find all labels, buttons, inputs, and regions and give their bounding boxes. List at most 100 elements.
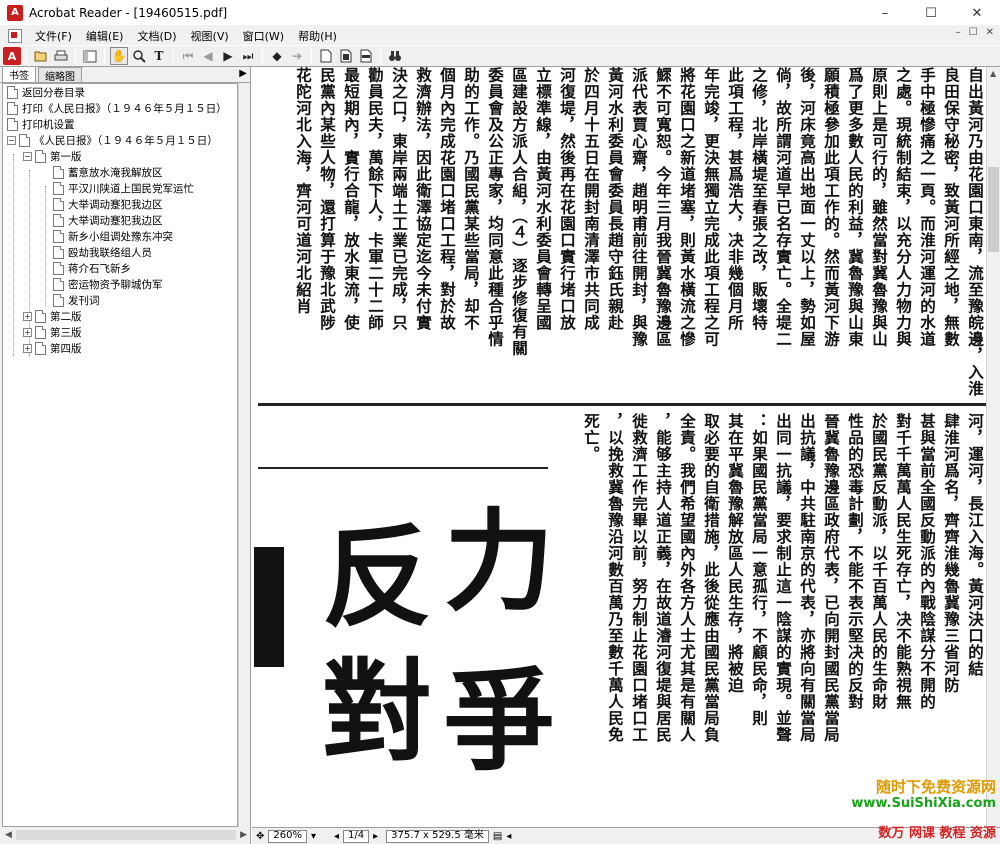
minimize-button[interactable]: – bbox=[862, 0, 908, 26]
tree-connector bbox=[45, 186, 46, 306]
menu-window[interactable]: 窗口(W) bbox=[236, 28, 291, 44]
bookmark-tree: 返回分卷目录 打印《人民日报》（１９４６年５月１５日） 打印机设置 − 《人民日报… bbox=[2, 83, 238, 827]
page-icon bbox=[19, 133, 30, 147]
page-layout-icon[interactable]: ▤ bbox=[493, 829, 502, 843]
fit-page-icon[interactable] bbox=[337, 47, 355, 65]
bookmark-item[interactable]: 殴劫我联络组人员 bbox=[53, 244, 152, 260]
newspaper-text-column: 願積極參加此項工作的。然而黃河下游 bbox=[822, 67, 841, 348]
actual-size-icon[interactable] bbox=[317, 47, 335, 65]
expand-toggle[interactable]: + bbox=[23, 343, 32, 353]
newspaper-text-column: 勸員民夫，萬餘下人，卡軍二十二師 bbox=[366, 67, 385, 331]
pane-menu-arrow-icon[interactable]: ▶ bbox=[239, 68, 247, 79]
scroll-left-arrow-icon[interactable]: ◀ bbox=[5, 830, 12, 840]
toolbar-separator bbox=[75, 48, 76, 64]
menu-help[interactable]: 帮助(H) bbox=[291, 28, 344, 44]
bookmark-item-edition-4[interactable]: + 第四版 bbox=[23, 340, 82, 356]
document-icon[interactable] bbox=[8, 28, 22, 43]
bookmark-label: 大举调动蹇犯我边区 bbox=[68, 198, 163, 211]
document-vertical-scrollbar[interactable]: ▲ bbox=[986, 67, 1000, 827]
zoom-dropdown-icon[interactable]: ▾ bbox=[311, 829, 316, 843]
show-hide-navigation-icon[interactable] bbox=[81, 47, 99, 65]
scroll-thumb[interactable] bbox=[988, 167, 999, 252]
scroll-arrows-icon[interactable]: ✥ bbox=[256, 829, 264, 843]
bookmark-item[interactable]: 发刊词 bbox=[53, 292, 100, 308]
headline-rule bbox=[258, 467, 548, 469]
maximize-button[interactable]: ☐ bbox=[908, 0, 954, 26]
doc-restore-button[interactable]: ☐ bbox=[969, 27, 978, 38]
bookmark-item-edition-2[interactable]: + 第二版 bbox=[23, 308, 82, 324]
headline-char: 反 bbox=[322, 513, 432, 642]
newspaper-text-column: 原則上是可行的，雖然當對冀魯豫與山 bbox=[870, 67, 889, 348]
expand-toggle[interactable]: + bbox=[23, 327, 32, 337]
bookmark-item[interactable]: 密运物资予聊城伪军 bbox=[53, 276, 163, 292]
bookmark-item[interactable]: 返回分卷目录 bbox=[7, 84, 85, 100]
next-page-icon[interactable]: ▸ bbox=[373, 829, 378, 843]
open-folder-icon[interactable] bbox=[32, 47, 50, 65]
bookmark-label: 第四版 bbox=[50, 342, 82, 355]
bookmark-item[interactable]: 大举调动蹇犯我边区 bbox=[53, 196, 163, 212]
fit-width-icon[interactable] bbox=[357, 47, 375, 65]
scroll-right-arrow-icon[interactable]: ▶ bbox=[240, 830, 247, 840]
newspaper-text-column: 最短期內，實行合龍，放水東流，使 bbox=[342, 67, 361, 331]
text-select-tool-icon[interactable]: T bbox=[150, 47, 168, 65]
newspaper-text-column: 良田保守秘密，致黃河所經之地，無數 bbox=[942, 67, 961, 348]
menu-file[interactable]: 文件(F) bbox=[28, 28, 79, 44]
menu-document[interactable]: 文档(D) bbox=[130, 28, 183, 44]
menu-edit[interactable]: 编辑(E) bbox=[79, 28, 131, 44]
page-icon bbox=[35, 341, 46, 355]
doc-minimize-button[interactable]: – bbox=[956, 27, 961, 38]
newspaper-text-column: ，能够主持人道正義，在故道濬河復堤與居民 bbox=[654, 413, 673, 743]
title-bar: A Acrobat Reader - [19460515.pdf] – ☐ ✕ bbox=[0, 0, 1000, 26]
bookmark-label: 第二版 bbox=[50, 310, 82, 323]
previous-page-icon[interactable]: ◀ bbox=[199, 47, 217, 65]
newspaper-text-column: 立標準線，由黃河水利委員會轉呈國 bbox=[534, 67, 553, 331]
toolbar-separator bbox=[262, 48, 263, 64]
first-page-icon[interactable]: ◂ bbox=[334, 829, 339, 843]
collapse-toggle[interactable]: − bbox=[23, 151, 32, 161]
bookmark-item[interactable]: 平汉川陕道上国民党军运忙 bbox=[53, 180, 194, 196]
expand-toggle[interactable]: + bbox=[23, 311, 32, 321]
zoom-tool-icon[interactable] bbox=[130, 47, 148, 65]
document-view[interactable]: 自出黃河乃由花園口東南，流至豫皖邊，入淮河，轉運河，長江入海。黃河決口的結果 良田… bbox=[252, 67, 1000, 827]
print-icon[interactable] bbox=[52, 47, 70, 65]
menu-view[interactable]: 视图(V) bbox=[184, 28, 236, 44]
doc-close-button[interactable]: ✕ bbox=[986, 27, 994, 38]
newspaper-text-column: 助的工作。乃國民黨某些當局，却不 bbox=[462, 67, 481, 331]
collapse-toggle[interactable]: − bbox=[7, 135, 16, 145]
bookmark-horizontal-scrollbar[interactable]: ◀ ▶ bbox=[2, 828, 250, 842]
close-button[interactable]: ✕ bbox=[954, 0, 1000, 26]
tab-bookmarks[interactable]: 书签 bbox=[2, 66, 36, 82]
navigation-tabs: 书签 缩略图 ▶ bbox=[0, 66, 251, 83]
bookmark-label: 大举调动蹇犯我边区 bbox=[68, 214, 163, 227]
bookmark-item[interactable]: 新乡小组调处豫东冲突 bbox=[53, 228, 173, 244]
bookmark-item-newspaper[interactable]: − 《人民日报》（１９４６年５月１５日） bbox=[7, 132, 218, 148]
newspaper-text-column: 全責。我們希望國內外各方人士尤其是有關人 bbox=[678, 413, 697, 743]
newspaper-text-column: 甚與當前全國反動派的內戰陰謀分不開的 bbox=[918, 413, 937, 710]
bookmark-item[interactable]: 大举调动蹇犯我边区 bbox=[53, 212, 163, 228]
page-number-field[interactable]: 1/4 bbox=[343, 829, 370, 843]
newspaper-text-column: ：如果國民黨當局一意孤行，不顧民命，則 bbox=[750, 413, 769, 727]
bookmark-item-edition-3[interactable]: + 第三版 bbox=[23, 324, 82, 340]
last-page-icon[interactable]: ⏭ bbox=[239, 47, 257, 65]
find-binoculars-icon[interactable] bbox=[386, 47, 404, 65]
bookmark-vertical-scrollbar[interactable] bbox=[238, 83, 250, 827]
bookmark-item-edition-1[interactable]: − 第一版 bbox=[23, 148, 82, 164]
scroll-up-arrow-icon[interactable]: ▲ bbox=[990, 69, 996, 78]
bookmark-item[interactable]: 打印机设置 bbox=[7, 116, 75, 132]
headline-char: 對 bbox=[322, 647, 432, 776]
zoom-level[interactable]: 260% bbox=[268, 829, 307, 843]
watermark-site-name: 随时下免费资源网 bbox=[875, 778, 996, 796]
bookmark-item[interactable]: 蓄意放水淹我解放区 bbox=[53, 164, 163, 180]
bookmark-item[interactable]: 打印《人民日报》（１９４６年５月１５日） bbox=[7, 100, 227, 116]
scroll-thumb[interactable] bbox=[15, 830, 237, 840]
bookmark-item[interactable]: 蒋介石飞新乡 bbox=[53, 260, 131, 276]
go-forward-icon[interactable]: ➔ bbox=[288, 47, 306, 65]
tab-thumbnails[interactable]: 缩略图 bbox=[38, 67, 82, 83]
first-page-icon[interactable]: ⏮ bbox=[179, 47, 197, 65]
next-page-icon[interactable]: ▶ bbox=[219, 47, 237, 65]
scroll-left-arrow-icon[interactable]: ◂ bbox=[506, 829, 511, 843]
headline-char: 爭 bbox=[444, 657, 554, 786]
hand-tool-icon[interactable]: ✋ bbox=[110, 47, 128, 65]
go-back-icon[interactable]: ◆ bbox=[268, 47, 286, 65]
bookmark-label: 蒋介石飞新乡 bbox=[68, 262, 131, 275]
